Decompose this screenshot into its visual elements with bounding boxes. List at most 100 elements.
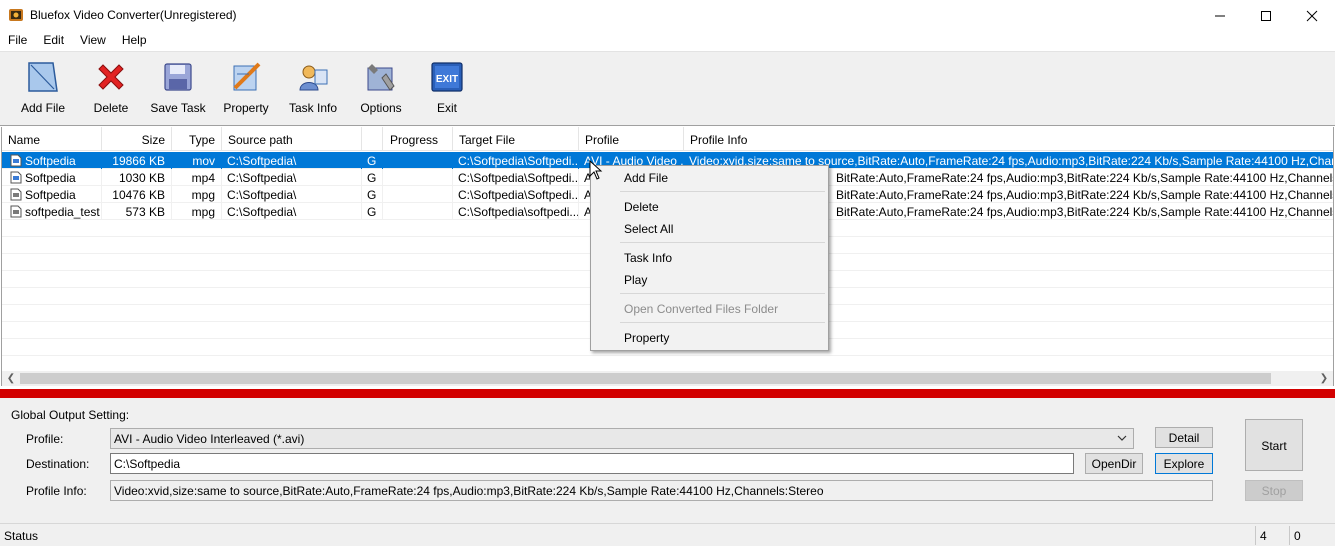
cell-flag: G: [362, 152, 383, 169]
start-button[interactable]: Start: [1245, 419, 1303, 471]
options-label: Options: [360, 101, 402, 115]
menu-bar: File Edit View Help: [0, 31, 1335, 51]
cell-type: mp4: [172, 169, 222, 186]
cell-size: 573 KB: [102, 203, 172, 220]
profile-select-value: AVI - Audio Video Interleaved (*.avi): [114, 432, 305, 446]
cell-profile-info: BitRate:Auto,FrameRate:24 fps,Audio:mp3,…: [836, 205, 1333, 219]
property-label: Property: [223, 101, 269, 115]
status-count-done: 0: [1289, 526, 1335, 545]
output-section-label: Global Output Setting:: [11, 408, 130, 422]
title-bar: Bluefox Video Converter(Unregistered): [0, 0, 1335, 31]
scroll-right-icon[interactable]: ❯: [1317, 373, 1331, 384]
profile-label: Profile:: [26, 432, 64, 446]
list-header: Name Size Type Source path Progress Targ…: [2, 127, 1333, 151]
detail-button[interactable]: Detail: [1155, 427, 1213, 448]
cell-progress: [383, 186, 453, 203]
cell-size: 19866 KB: [102, 152, 172, 169]
column-target-file[interactable]: Target File: [453, 127, 579, 151]
ctx-separator: [620, 322, 825, 323]
column-progress[interactable]: Progress: [383, 127, 453, 151]
delete-label: Delete: [93, 101, 129, 115]
profile-info-field: Video:xvid,size:same to source,BitRate:A…: [110, 480, 1213, 501]
destination-input[interactable]: C:\Softpedia: [110, 453, 1074, 474]
add-file-icon: [28, 62, 58, 92]
cell-flag: G: [362, 203, 383, 220]
delete-button[interactable]: Delete: [86, 52, 136, 126]
ctx-separator: [620, 293, 825, 294]
cell-source: C:\Softpedia\: [222, 186, 362, 203]
cell-target: C:\Softpedia\softpedi...: [453, 203, 579, 220]
svg-text:EXIT: EXIT: [436, 74, 458, 85]
cell-progress: [383, 169, 453, 186]
cell-profile-info: BitRate:Auto,FrameRate:24 fps,Audio:mp3,…: [836, 171, 1333, 185]
stop-button[interactable]: Stop: [1245, 480, 1303, 501]
scroll-left-icon[interactable]: ❮: [4, 373, 18, 384]
column-profile[interactable]: Profile: [579, 127, 684, 151]
explore-button[interactable]: Explore: [1155, 453, 1213, 474]
profile-select[interactable]: AVI - Audio Video Interleaved (*.avi): [110, 428, 1134, 449]
add-file-button[interactable]: Add File: [18, 52, 68, 126]
cell-type: mpg: [172, 203, 222, 220]
menu-edit[interactable]: Edit: [35, 31, 72, 51]
property-button[interactable]: Property: [220, 52, 272, 126]
chevron-down-icon: [1117, 435, 1127, 441]
bluefox-app-icon: [9, 9, 23, 21]
output-settings-panel: Global Output Setting: Profile: AVI - Au…: [0, 398, 1335, 523]
menu-help[interactable]: Help: [114, 31, 155, 51]
cell-progress: [383, 203, 453, 220]
context-menu: Add File Delete Select All Task Info Pla…: [590, 165, 829, 351]
options-button[interactable]: Options: [356, 52, 406, 126]
opendir-button[interactable]: OpenDir: [1085, 453, 1143, 474]
column-source-path[interactable]: Source path: [222, 127, 362, 151]
exit-label: Exit: [436, 101, 457, 115]
ctx-open-converted-folder: Open Converted Files Folder: [624, 302, 779, 316]
task-info-icon: [299, 65, 328, 91]
close-button[interactable]: [1289, 0, 1335, 31]
scrollbar-thumb[interactable]: [20, 373, 1271, 384]
task-info-button[interactable]: Task Info: [286, 52, 340, 126]
maximize-icon: [1261, 10, 1271, 21]
ctx-add-file[interactable]: Add File: [593, 167, 826, 189]
cell-source: C:\Softpedia\: [222, 152, 362, 169]
menu-file[interactable]: File: [0, 31, 35, 51]
toolbar: Add File Delete Save Task Property Task …: [0, 51, 1335, 126]
ctx-separator: [620, 191, 825, 192]
save-task-icon: [164, 63, 192, 91]
divider-bar: [0, 389, 1335, 398]
cell-size: 10476 KB: [102, 186, 172, 203]
mouse-cursor-icon: [589, 160, 603, 180]
status-bar: Status 4 0: [0, 523, 1335, 546]
cell-name: softpedia_test: [20, 203, 102, 220]
column-name[interactable]: Name: [2, 127, 102, 151]
cell-name: Softpedia: [20, 186, 102, 203]
column-type[interactable]: Type: [172, 127, 222, 151]
ctx-property[interactable]: Property: [593, 327, 826, 349]
minimize-icon: [1215, 15, 1225, 16]
menu-view[interactable]: View: [72, 31, 114, 51]
column-flag[interactable]: [362, 127, 383, 151]
column-profile-info[interactable]: Profile Info: [684, 127, 1333, 151]
minimize-button[interactable]: [1197, 0, 1243, 31]
ctx-task-info[interactable]: Task Info: [593, 247, 826, 269]
cell-target: C:\Softpedia\Softpedi...: [453, 169, 579, 186]
window-title: Bluefox Video Converter(Unregistered): [30, 8, 237, 22]
options-icon: [367, 64, 395, 91]
profile-info-label: Profile Info:: [26, 484, 87, 498]
cell-size: 1030 KB: [102, 169, 172, 186]
save-task-button[interactable]: Save Task: [148, 52, 208, 126]
ctx-separator: [620, 242, 825, 243]
column-size[interactable]: Size: [102, 127, 172, 151]
cell-name: Softpedia: [20, 169, 102, 186]
ctx-play[interactable]: Play: [593, 269, 826, 291]
horizontal-scrollbar[interactable]: ❮ ❯: [2, 371, 1333, 386]
ctx-delete[interactable]: Delete: [593, 196, 826, 218]
ctx-select-all[interactable]: Select All: [593, 218, 826, 240]
exit-button[interactable]: EXIT Exit: [424, 52, 470, 126]
save-task-label: Save Task: [150, 101, 206, 115]
maximize-button[interactable]: [1243, 0, 1289, 31]
cell-source: C:\Softpedia\: [222, 203, 362, 220]
cell-name: Softpedia: [20, 152, 102, 169]
status-count-total: 4: [1255, 526, 1289, 545]
cell-progress: [383, 152, 453, 169]
delete-icon: [98, 64, 124, 90]
